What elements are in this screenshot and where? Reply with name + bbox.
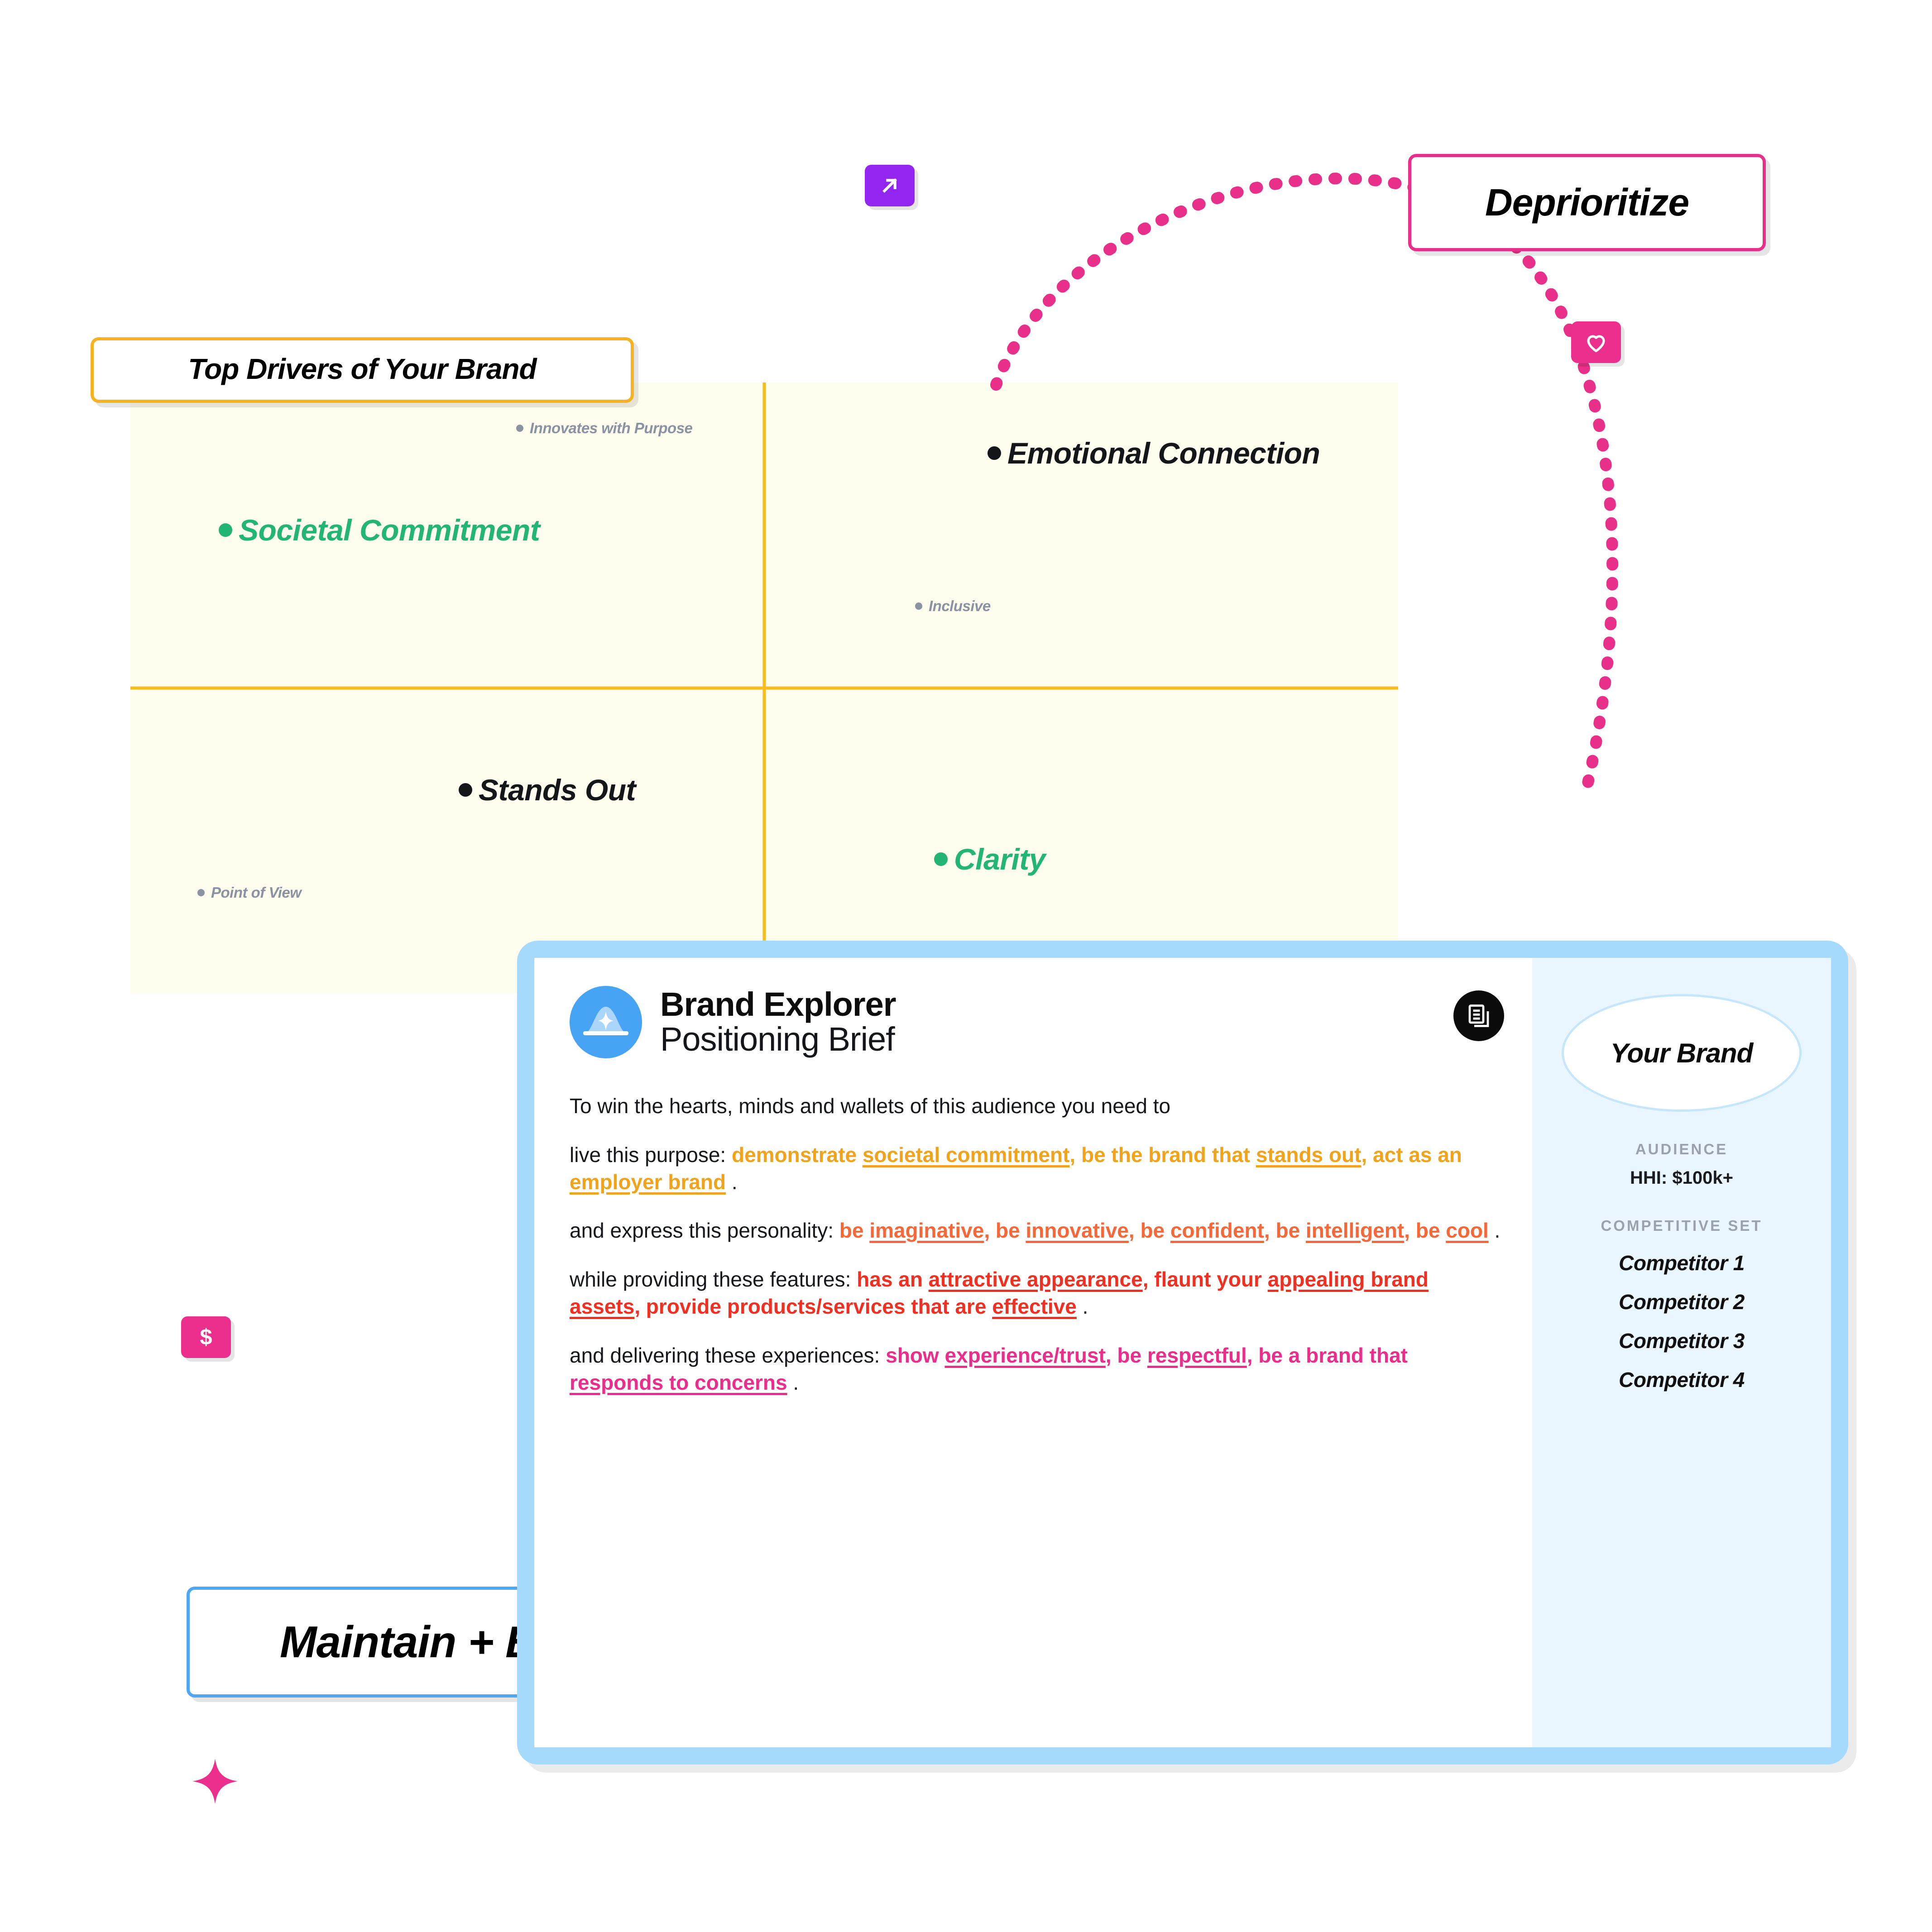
driver-innovates-with-purpose[interactable]: Innovates with Purpose bbox=[516, 420, 693, 437]
brand-explorer-logo-icon bbox=[570, 986, 642, 1058]
your-brand-label: Your Brand bbox=[1610, 1038, 1753, 1068]
driver-dot bbox=[219, 523, 232, 537]
driver-stands-out[interactable]: Stands Out bbox=[459, 773, 636, 807]
brief-attribute[interactable]: experience/trust bbox=[944, 1344, 1105, 1367]
driver-societal-commitment[interactable]: Societal Commitment bbox=[219, 513, 540, 547]
brief-attribute[interactable]: societal commitment bbox=[863, 1143, 1070, 1167]
brief-highlight-group: has an attractive appearance, flaunt you… bbox=[570, 1267, 1429, 1318]
brief-subtitle: Positioning Brief bbox=[660, 1020, 895, 1058]
driver-dot bbox=[988, 446, 1001, 460]
competitor-item[interactable]: Competitor 1 bbox=[1541, 1251, 1822, 1275]
brief-attribute[interactable]: attractive appearance bbox=[929, 1267, 1143, 1291]
svg-text:$: $ bbox=[200, 1325, 212, 1349]
brief-intro-line: To win the hearts, minds and wallets of … bbox=[570, 1094, 1171, 1118]
driver-label: Clarity bbox=[954, 842, 1045, 876]
brief-title: Brand Explorer bbox=[660, 985, 896, 1023]
brief-main-panel: Brand Explorer Positioning Brief To win … bbox=[534, 958, 1532, 1747]
brief-attribute[interactable]: innovative bbox=[1026, 1219, 1129, 1242]
brief-paragraph: and delivering these experiences: show e… bbox=[570, 1343, 1408, 1394]
brief-attribute[interactable]: employer brand bbox=[570, 1170, 726, 1194]
driver-label: Inclusive bbox=[929, 598, 991, 614]
brief-attribute[interactable]: imaginative bbox=[869, 1219, 984, 1242]
competitor-item[interactable]: Competitor 2 bbox=[1541, 1290, 1822, 1314]
driver-dot bbox=[459, 783, 472, 797]
sparkle-icon bbox=[192, 1759, 238, 1804]
brief-sidebar: Your Brand AUDIENCE HHI: $100k+ COMPETIT… bbox=[1532, 958, 1831, 1747]
brief-header: Brand Explorer Positioning Brief bbox=[570, 986, 1501, 1058]
brief-attribute[interactable]: intelligent bbox=[1306, 1219, 1404, 1242]
driver-label: Point of View bbox=[211, 884, 302, 901]
arrow-up-right-icon[interactable] bbox=[865, 165, 915, 206]
driver-label: Emotional Connection bbox=[1007, 436, 1320, 470]
callout-deprioritize[interactable]: Deprioritize bbox=[1408, 154, 1766, 251]
brief-body: To win the hearts, minds and wallets of … bbox=[570, 1093, 1501, 1396]
competitor-item[interactable]: Competitor 3 bbox=[1541, 1329, 1822, 1353]
driver-label: Societal Commitment bbox=[239, 513, 540, 547]
brief-attribute[interactable]: cool bbox=[1446, 1219, 1489, 1242]
driver-label: Innovates with Purpose bbox=[530, 420, 693, 436]
competitor-item[interactable]: Competitor 4 bbox=[1541, 1368, 1822, 1392]
audience-heading: AUDIENCE bbox=[1635, 1141, 1728, 1157]
driver-label: Stands Out bbox=[479, 773, 636, 807]
brief-paragraph: and express this personality: be imagina… bbox=[570, 1219, 1501, 1243]
brief-highlight-group: demonstrate societal commitment, be the … bbox=[570, 1143, 1462, 1194]
brand-driver-quadrant: Innovates with Purpose Societal Commitme… bbox=[130, 383, 1398, 994]
brief-attribute[interactable]: effective bbox=[992, 1295, 1077, 1318]
dollar-icon[interactable]: $ bbox=[181, 1316, 231, 1358]
driver-dot bbox=[915, 603, 922, 610]
brief-paragraph: while providing these features: has an a… bbox=[570, 1267, 1429, 1318]
competitor-list: Competitor 1 Competitor 2 Competitor 3 Comp… bbox=[1541, 1251, 1822, 1392]
brief-attribute[interactable]: respectful bbox=[1147, 1344, 1247, 1367]
driver-dot bbox=[197, 889, 205, 896]
callout-top-drivers-label: Top Drivers of Your Brand bbox=[188, 352, 537, 385]
driver-point-of-view[interactable]: Point of View bbox=[197, 884, 302, 901]
driver-dot bbox=[934, 852, 948, 866]
competitive-set-heading: COMPETITIVE SET bbox=[1601, 1217, 1763, 1234]
audience-value: HHI: $100k+ bbox=[1630, 1168, 1733, 1188]
brief-paragraph: live this purpose: demonstrate societal … bbox=[570, 1143, 1462, 1194]
document-copy-icon[interactable] bbox=[1453, 990, 1504, 1041]
heart-icon[interactable] bbox=[1571, 321, 1621, 363]
brief-highlight-group: be imaginative, be innovative, be confid… bbox=[839, 1219, 1489, 1243]
brief-attribute[interactable]: confident bbox=[1170, 1219, 1264, 1242]
quadrant-horizontal-axis bbox=[130, 686, 1398, 690]
driver-inclusive[interactable]: Inclusive bbox=[915, 598, 991, 615]
brief-attribute[interactable]: stands out bbox=[1256, 1143, 1362, 1167]
brief-attribute[interactable]: responds to concerns bbox=[570, 1371, 787, 1394]
callout-top-drivers[interactable]: Top Drivers of Your Brand bbox=[91, 337, 634, 403]
driver-emotional-connection[interactable]: Emotional Connection bbox=[988, 436, 1320, 470]
brief-paragraph-list: live this purpose: demonstrate societal … bbox=[570, 1142, 1501, 1396]
callout-deprioritize-label: Deprioritize bbox=[1485, 181, 1689, 224]
your-brand-oval: Your Brand bbox=[1562, 994, 1802, 1112]
brief-highlight-group: show experience/trust, be respectful, be… bbox=[570, 1343, 1408, 1394]
driver-dot bbox=[516, 425, 523, 432]
driver-clarity[interactable]: Clarity bbox=[934, 842, 1045, 876]
positioning-brief-card: Brand Explorer Positioning Brief To win … bbox=[517, 941, 1848, 1765]
